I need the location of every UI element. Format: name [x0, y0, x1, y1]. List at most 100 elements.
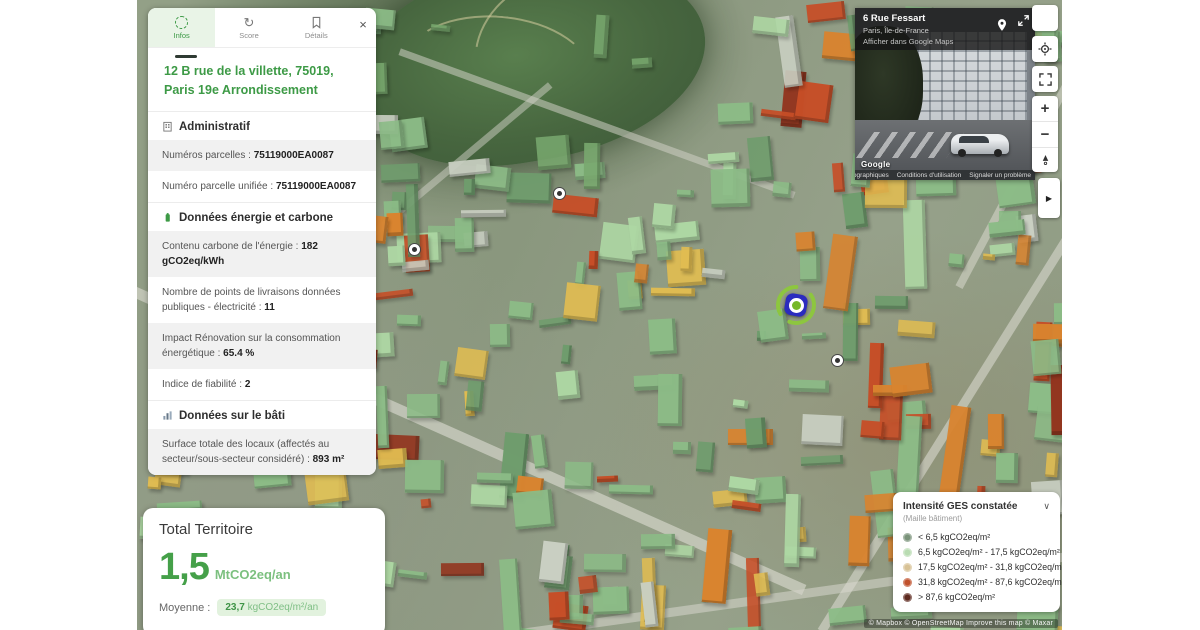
tab-infos-label: Infos: [174, 31, 190, 40]
legend-item: 6,5 kgCO2eq/m² - 17,5 kgCO2eq/m²: [903, 547, 1050, 557]
map-building: [641, 534, 675, 549]
selected-parcel-marker[interactable]: [774, 283, 818, 327]
row-label: Numéros parcelles :: [162, 150, 251, 161]
section-bati: Données sur le bâti: [148, 400, 376, 429]
map-building: [512, 489, 554, 530]
map-building: [832, 163, 845, 193]
map-building: [656, 242, 671, 261]
map-building: [828, 605, 867, 626]
legend-item: < 6,5 kgCO2eq/m²: [903, 532, 1050, 542]
refresh-icon: ↻: [244, 16, 255, 29]
legend-label: 31,8 kgCO2eq/m² - 87,6 kgCO2eq/m²: [918, 577, 1062, 587]
legend-dot: [903, 533, 912, 542]
map-building: [454, 347, 489, 380]
map-building: [455, 218, 475, 252]
map-building: [800, 247, 820, 281]
compass-button[interactable]: [1032, 148, 1058, 172]
map-building: [536, 135, 572, 171]
map-building: [747, 136, 774, 182]
map-building: [499, 559, 523, 630]
map-building: [939, 405, 972, 500]
attrib-item[interactable]: Photographiques: [855, 172, 889, 179]
map-building: [1030, 339, 1061, 376]
map-building: [578, 575, 598, 594]
total-unit: MtCO2eq/an: [215, 567, 291, 582]
row-value: 893 m²: [313, 454, 345, 465]
legend-item: 17,5 kgCO2eq/m² - 31,8 kgCO2eq/m²: [903, 562, 1050, 572]
close-icon[interactable]: ×: [350, 8, 376, 47]
map-building: [795, 231, 815, 251]
map-building: [648, 318, 677, 354]
map-building: [696, 441, 716, 472]
map-building: [376, 386, 389, 448]
attrib-item[interactable]: Conditions d'utilisation: [897, 172, 961, 179]
map-building: [801, 414, 843, 446]
info-row: Impact Rénovation sur la consommation én…: [148, 323, 376, 369]
legend-title: Intensité GES constatée: [903, 501, 1017, 512]
map-building: [461, 210, 506, 217]
info-row: Numéro parcelle unifiée : 75119000EA0087: [148, 171, 376, 202]
poi-marker[interactable]: [831, 354, 844, 367]
map-building: [561, 345, 572, 365]
map-building: [507, 172, 552, 203]
map-building: [628, 216, 646, 254]
tab-infos[interactable]: Infos: [148, 8, 215, 47]
map-building: [548, 592, 569, 621]
zoom-in-button[interactable]: +: [1032, 96, 1058, 122]
building-icon: [162, 121, 173, 132]
map-building: [789, 379, 829, 392]
legend-dot: [903, 593, 912, 602]
legend-dot: [903, 548, 912, 557]
poi-marker[interactable]: [553, 187, 566, 200]
row-label: Surface totale des locaux (affectés au s…: [162, 439, 329, 465]
total-territoire-card: Total Territoire 1,5 MtCO2eq/an Moyenne …: [143, 508, 385, 630]
map-building: [148, 477, 162, 490]
chevron-down-icon[interactable]: ∨: [1043, 501, 1050, 512]
map-building: [903, 200, 928, 290]
map-building: [397, 315, 421, 327]
map-building: [868, 343, 884, 408]
map-building: [381, 163, 421, 183]
attrib-item[interactable]: Signaler un problème: [969, 172, 1031, 179]
map-building: [752, 16, 790, 37]
fullscreen-icon: [1039, 73, 1052, 86]
section-title: Données sur le bâti: [179, 410, 285, 422]
row-label: Nombre de points de livraisons données p…: [162, 287, 340, 313]
row-label: Numéro parcelle unifiée :: [162, 181, 273, 192]
location-pin-icon: [995, 18, 1009, 37]
map-building: [407, 394, 440, 418]
geolocate-button[interactable]: [1032, 36, 1058, 62]
tab-score-label: Score: [239, 31, 259, 40]
legend-subtitle: (Maille bâtiment): [903, 514, 1050, 523]
info-row: Numéros parcelles : 75119000EA0087: [148, 140, 376, 171]
map-attribution[interactable]: © Mapbox © OpenStreetMap Improve this ma…: [864, 619, 1058, 628]
map-building: [563, 282, 601, 322]
street-view-inset[interactable]: 6 Rue Fessart Paris, Île-de-France Affic…: [855, 8, 1035, 180]
map-style-button[interactable]: [1032, 5, 1058, 31]
map-building: [875, 296, 908, 309]
compass-icon: [1040, 154, 1051, 166]
map-building: [733, 399, 749, 409]
map-building: [996, 453, 1018, 483]
map-building: [702, 528, 733, 604]
poi-marker[interactable]: [408, 243, 421, 256]
map-building: [652, 203, 676, 229]
tab-details-label: Détails: [305, 31, 328, 40]
legend-item: 31,8 kgCO2eq/m² - 87,6 kgCO2eq/m²: [903, 577, 1050, 587]
zoom-out-button[interactable]: −: [1032, 122, 1058, 148]
panel-toggle-button[interactable]: ▶: [1038, 178, 1060, 218]
map-building: [464, 179, 475, 195]
legend-label: > 87,6 kgCO2eq/m²: [918, 592, 995, 602]
map-building: [801, 455, 843, 466]
average-pill: 23,7 kgCO2eq/m²/an: [217, 599, 326, 616]
map-building: [490, 324, 510, 347]
map-building: [718, 102, 754, 124]
tab-score[interactable]: ↻ Score: [215, 8, 282, 47]
tab-details[interactable]: Détails: [283, 8, 350, 47]
fullscreen-button[interactable]: [1032, 66, 1058, 92]
target-icon: [1038, 42, 1052, 56]
map-building: [823, 234, 858, 312]
street-view-maps-link[interactable]: Afficher dans Google Maps: [863, 37, 1027, 46]
expand-icon[interactable]: [1013, 10, 1033, 30]
info-row: Indice de fiabilité : 2: [148, 369, 376, 400]
